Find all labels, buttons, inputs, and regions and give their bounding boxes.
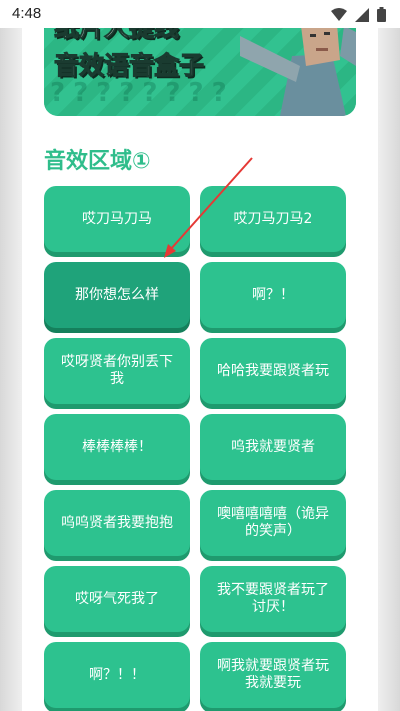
sound-button[interactable]: 啊我就要跟贤者玩我就要玩 bbox=[200, 642, 346, 708]
sound-button[interactable]: 啊？！！ bbox=[44, 642, 190, 708]
content-page[interactable]: ???????? 纸片人提线 音效语音盒子 音效区域① 哎刀马刀马哎刀马刀马2那… bbox=[22, 0, 378, 711]
left-edge-shade bbox=[0, 0, 22, 711]
status-bar: 4:48 bbox=[0, 0, 400, 28]
sound-button[interactable]: 哎呀贤者你别丢下我 bbox=[44, 338, 190, 404]
signal-icon bbox=[355, 7, 369, 22]
sound-button[interactable]: 哈哈我要跟贤者玩 bbox=[200, 338, 346, 404]
wifi-icon bbox=[331, 7, 347, 21]
annotation-arrow bbox=[164, 157, 253, 258]
sound-button[interactable]: 呜呜贤者我要抱抱 bbox=[44, 490, 190, 556]
sound-button[interactable]: 哎呀气死我了 bbox=[44, 566, 190, 632]
battery-icon bbox=[377, 7, 386, 22]
sound-button[interactable]: 我不要跟贤者玩了讨厌！ bbox=[200, 566, 346, 632]
status-time: 4:48 bbox=[12, 5, 42, 22]
sound-button[interactable]: 棒棒棒棒！ bbox=[44, 414, 190, 480]
status-icons bbox=[331, 7, 386, 22]
sound-button[interactable]: 噢嘻嘻嘻嘻（诡异的笑声） bbox=[200, 490, 346, 556]
right-edge-shade bbox=[378, 0, 400, 711]
sound-button[interactable]: 呜我就要贤者 bbox=[200, 414, 346, 480]
